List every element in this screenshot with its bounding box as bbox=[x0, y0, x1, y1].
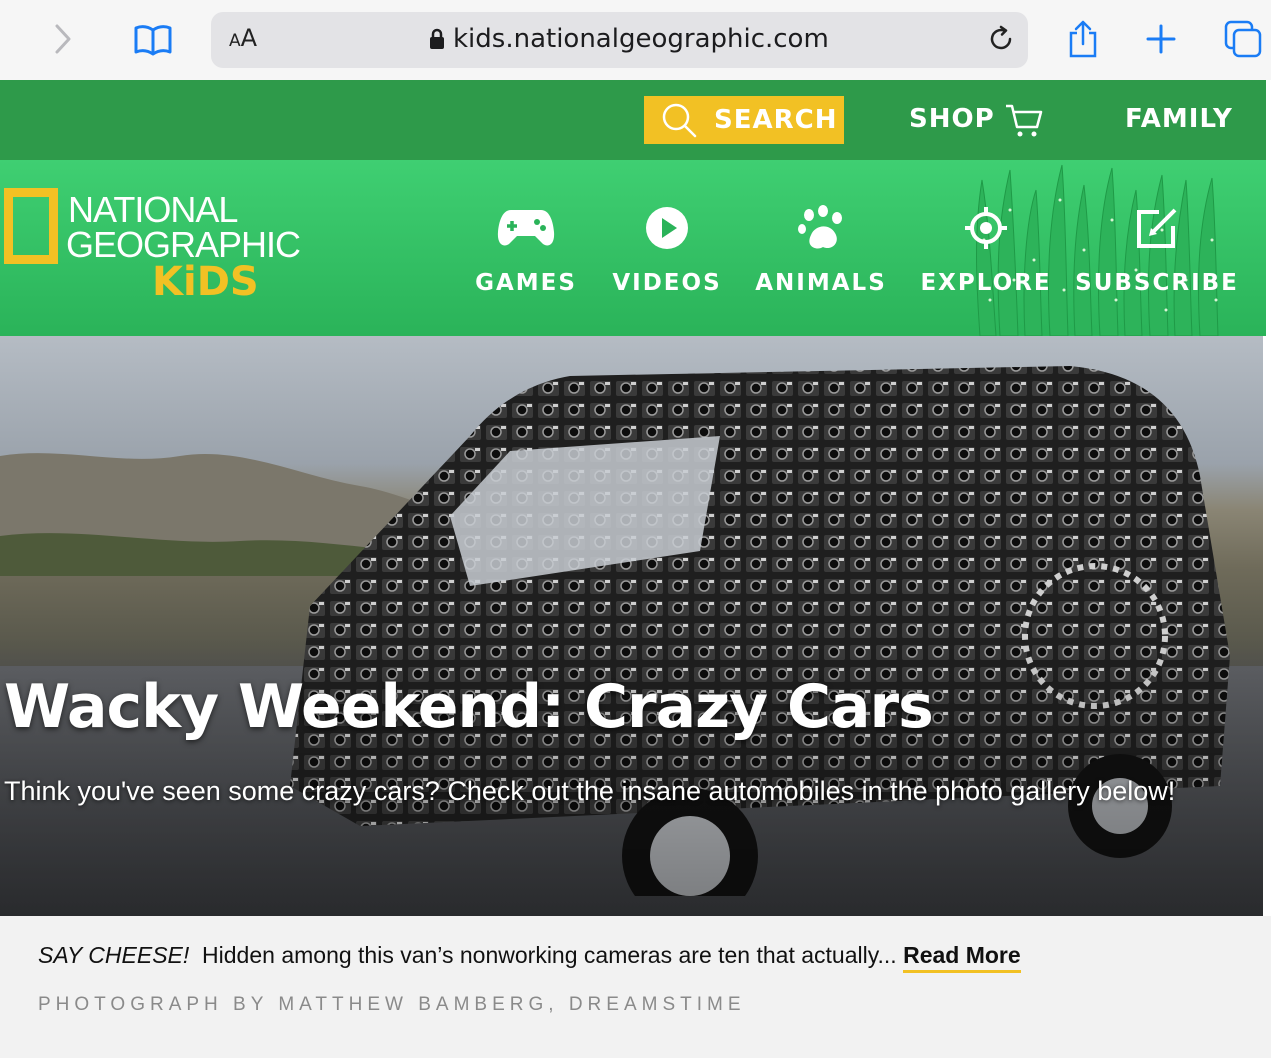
cart-icon[interactable] bbox=[1004, 100, 1044, 140]
caption-body: Hidden among this van’s nonworking camer… bbox=[202, 942, 897, 968]
search-icon bbox=[662, 103, 697, 138]
edit-icon bbox=[1135, 198, 1179, 258]
bookmarks-icon[interactable] bbox=[132, 18, 174, 60]
read-more-link[interactable]: Read More bbox=[903, 942, 1021, 973]
browser-toolbar: AA kids.nationalgeographic.com bbox=[0, 0, 1271, 80]
photo-caption: SAY CHEESE! Hidden among this van’s nonw… bbox=[0, 916, 1271, 1058]
nav-videos[interactable]: VIDEOS bbox=[612, 198, 720, 296]
nav-subscribe[interactable]: SUBSCRIBE bbox=[1075, 198, 1237, 296]
paw-icon bbox=[797, 198, 845, 258]
nav-videos-label: VIDEOS bbox=[612, 270, 722, 296]
text-size-button[interactable]: AA bbox=[229, 24, 257, 52]
search-button[interactable]: SEARCH bbox=[644, 96, 844, 144]
nav-subscribe-label: SUBSCRIBE bbox=[1075, 270, 1239, 296]
url-text: kids.nationalgeographic.com bbox=[453, 24, 829, 54]
new-tab-icon[interactable] bbox=[1140, 18, 1182, 60]
caption-text: SAY CHEESE! Hidden among this van’s nonw… bbox=[38, 942, 1021, 973]
hero-banner[interactable]: Wacky Weekend: Crazy Cars Think you've s… bbox=[0, 336, 1263, 916]
logo-line-geographic: GEOGRAPHIC bbox=[66, 224, 301, 265]
play-icon bbox=[645, 198, 689, 258]
reload-icon[interactable] bbox=[986, 24, 1016, 59]
photo-credit: PHOTOGRAPH BY MATTHEW BAMBERG, DREAMSTIM… bbox=[38, 994, 746, 1015]
main-navigation: NATIONAL GEOGRAPHIC KiDS GAMES VIDEOS AN… bbox=[0, 160, 1266, 336]
url-display[interactable]: kids.nationalgeographic.com bbox=[429, 24, 829, 54]
family-link[interactable]: FAMILY bbox=[1125, 104, 1233, 134]
logo-kids: KiDS bbox=[152, 259, 259, 305]
nav-animals-label: ANIMALS bbox=[755, 270, 887, 296]
share-icon[interactable] bbox=[1062, 18, 1104, 60]
site-topbar: SEARCH SHOP FAMILY bbox=[0, 80, 1266, 160]
search-label: SEARCH bbox=[714, 105, 838, 135]
gamepad-icon bbox=[497, 198, 555, 258]
shop-link[interactable]: SHOP bbox=[909, 104, 995, 134]
nav-games-label: GAMES bbox=[475, 270, 577, 296]
yellow-frame-logo-icon bbox=[4, 188, 58, 264]
lock-icon bbox=[430, 28, 444, 49]
nav-explore-label: EXPLORE bbox=[920, 270, 1052, 296]
tabs-overview-icon[interactable] bbox=[1222, 18, 1264, 60]
caption-lead: SAY CHEESE! bbox=[38, 942, 190, 968]
nav-explore[interactable]: EXPLORE bbox=[920, 198, 1050, 296]
target-icon bbox=[964, 198, 1008, 258]
logo-line-national: NATIONAL bbox=[68, 189, 238, 230]
nav-animals[interactable]: ANIMALS bbox=[755, 198, 885, 296]
hero-subtitle: Think you've seen some crazy cars? Check… bbox=[4, 776, 1176, 806]
address-bar[interactable]: AA kids.nationalgeographic.com bbox=[211, 12, 1028, 68]
forward-icon[interactable] bbox=[42, 18, 84, 60]
nav-games[interactable]: GAMES bbox=[475, 198, 575, 296]
hero-title[interactable]: Wacky Weekend: Crazy Cars bbox=[4, 672, 934, 742]
